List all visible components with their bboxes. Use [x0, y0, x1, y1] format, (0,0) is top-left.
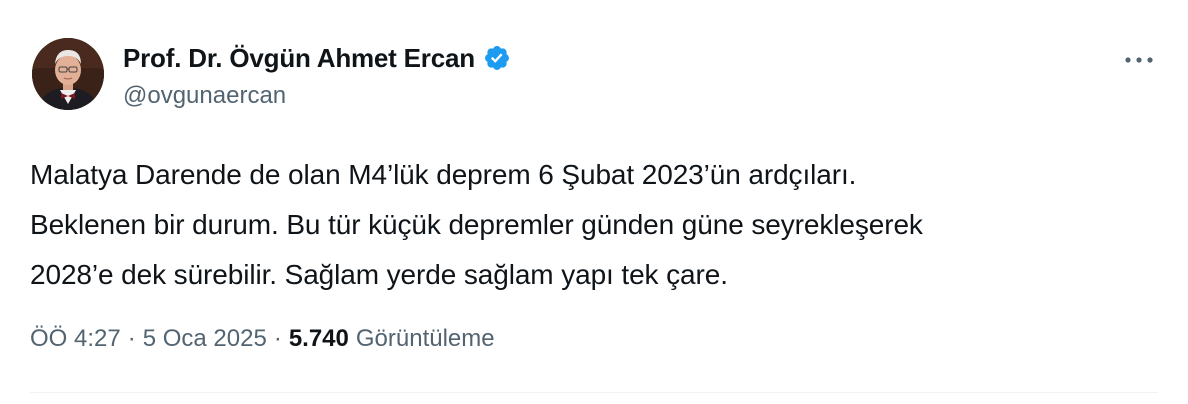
author-avatar[interactable] [32, 38, 104, 110]
tweet-text-line: 2028’e dek sürebilir. Sağlam yerde sağla… [30, 259, 728, 290]
meta-separator: · [127, 325, 136, 352]
verified-badge-icon[interactable] [483, 44, 511, 72]
views-label: Görüntüleme [355, 325, 495, 352]
tweet-date[interactable]: 5 Oca 2025 [143, 325, 267, 353]
author-display-name[interactable]: Prof. Dr. Övgün Ahmet Ercan [123, 43, 475, 74]
tweet: Prof. Dr. Övgün Ahmet Ercan @ovgunaercan… [0, 0, 1188, 404]
more-horizontal-icon [1125, 57, 1153, 63]
meta-separator: · [273, 325, 282, 352]
divider [30, 392, 1158, 393]
tweet-meta: ÖÖ 4:27 · 5 Oca 2025 · 5.740 Görüntüleme [30, 325, 495, 353]
more-options-button[interactable] [1122, 48, 1156, 72]
portrait-avatar-icon [32, 38, 104, 110]
tweet-time[interactable]: ÖÖ 4:27 [30, 325, 121, 353]
tweet-text-line: Beklenen bir durum. Bu tür küçük depreml… [30, 209, 923, 240]
tweet-text-line: Malatya Darende de olan M4’lük deprem 6 … [30, 159, 857, 190]
author-name-row: Prof. Dr. Övgün Ahmet Ercan [123, 42, 511, 74]
author-handle[interactable]: @ovgunaercan [123, 82, 286, 110]
views-count: 5.740 [288, 325, 349, 352]
tweet-text: Malatya Darende de olan M4’lük deprem 6 … [30, 150, 1150, 300]
